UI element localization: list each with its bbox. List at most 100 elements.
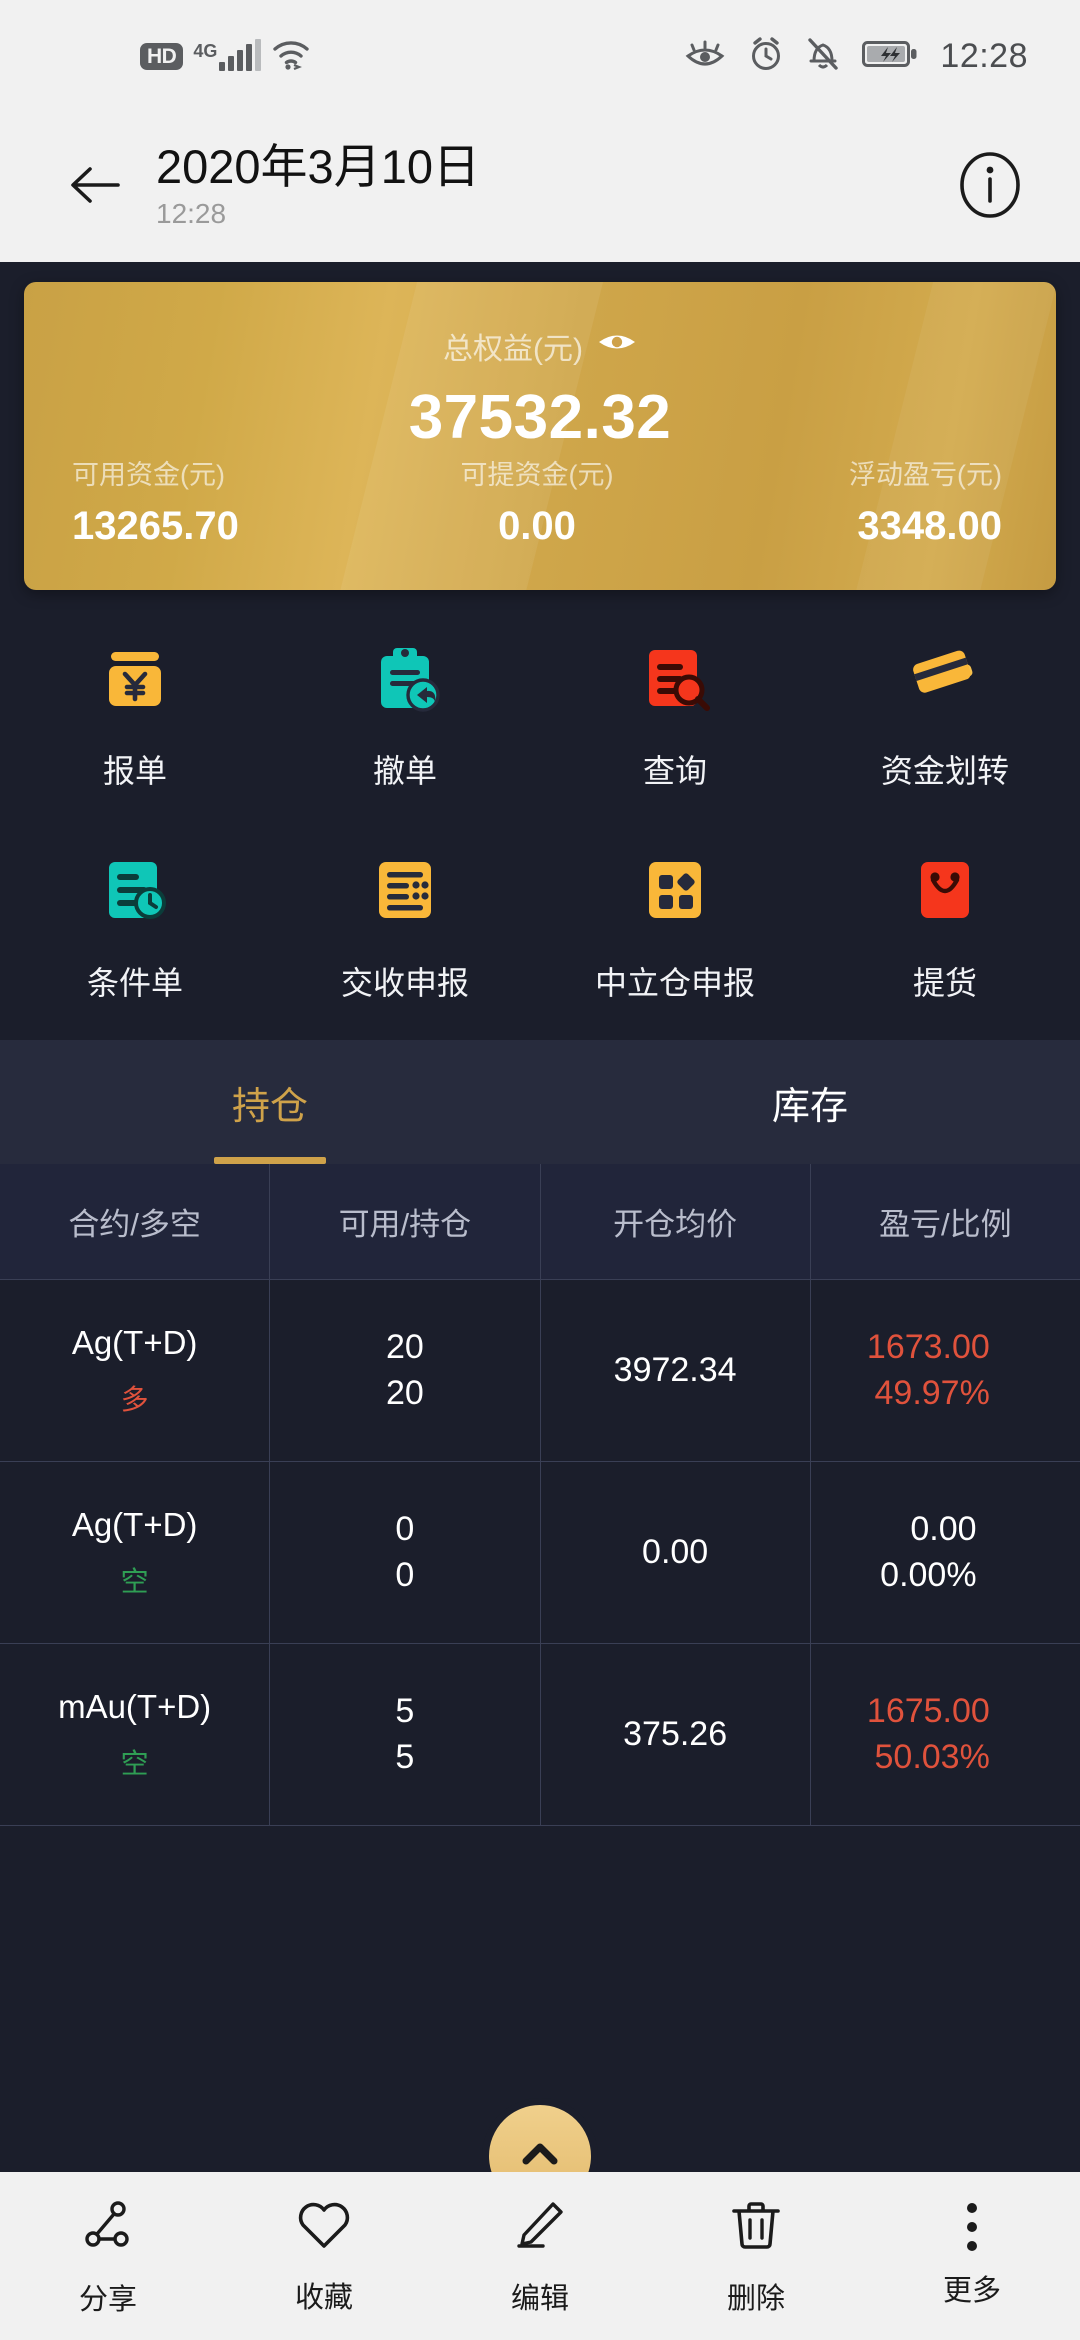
shortcut-query[interactable]: 查询 — [540, 638, 810, 792]
contract-name: mAu(T+D) — [58, 1687, 212, 1725]
toolbar-label: 更多 — [942, 2275, 1001, 2307]
avg-open-price: 375.26 — [623, 1715, 728, 1753]
stat-value: 0.00 — [498, 504, 576, 548]
toolbar-label: 编辑 — [510, 2282, 569, 2315]
avg-open-price: 3972.34 — [613, 1351, 737, 1389]
position-qty: 20 — [385, 1373, 424, 1412]
status-bar-clock: 12:28 — [940, 36, 1028, 75]
shortcut-label: 提货 — [912, 965, 977, 1001]
battery-charging-icon — [862, 39, 918, 74]
position-side: 空 — [120, 1747, 149, 1779]
pnl-ratio: 0.00% — [880, 1555, 977, 1594]
column-header-available-position: 可用/持仓 — [270, 1164, 541, 1279]
trash-icon — [728, 2196, 784, 2259]
edit-button[interactable]: 编辑 — [432, 2196, 648, 2317]
tab-active-underline — [214, 1157, 326, 1164]
mute-icon — [806, 36, 840, 77]
tab-positions[interactable]: 持仓 — [0, 1040, 540, 1164]
total-equity-label-row: 总权益(元) — [443, 324, 637, 368]
column-header-avg-open-price: 开仓均价 — [541, 1164, 811, 1279]
balance-stats-row: 可用资金(元) 13265.70 可提资金(元) 0.00 浮动盈亏(元) 33… — [24, 453, 1056, 590]
available-qty: 0 — [395, 1509, 415, 1548]
delete-button[interactable]: 删除 — [648, 2196, 864, 2317]
shortcut-cancel-order[interactable]: 撤单 — [270, 638, 540, 792]
shortcut-label: 撤单 — [372, 753, 437, 789]
favorite-button[interactable]: 收藏 — [216, 2197, 432, 2316]
stat-value: 3348.00 — [857, 504, 1002, 548]
shortcut-row-1: 报单 撤单 查询 资金划转 — [0, 638, 1080, 792]
shortcut-place-order[interactable]: 报单 — [0, 638, 270, 792]
available-qty: 20 — [385, 1327, 424, 1366]
alarm-icon — [748, 36, 784, 77]
pnl-ratio: 50.03% — [874, 1737, 990, 1776]
eye-icon[interactable] — [597, 329, 637, 363]
more-dots-icon — [967, 2203, 977, 2251]
pnl-value: 1675.00 — [866, 1691, 990, 1730]
stat-value: 13265.70 — [72, 504, 239, 548]
shortcut-row-2: 条件单 交收申报 中立仓申报 提货 — [0, 850, 1080, 1004]
share-icon — [78, 2195, 138, 2260]
shortcut-pickup[interactable]: 提货 — [810, 850, 1080, 1004]
info-icon — [954, 149, 1026, 226]
cell-pnl: 0.00 0.00% — [811, 1462, 1080, 1643]
cell-pnl: 1673.00 49.97% — [811, 1280, 1080, 1461]
column-header-contract-side: 合约/多空 — [0, 1164, 271, 1279]
stat-label: 可用资金(元) — [72, 460, 225, 490]
header-text-block: 2020年3月10日 12:28 — [156, 141, 480, 232]
table-row[interactable]: mAu(T+D) 空 5 5 375.26 1675.00 50.03% — [0, 1644, 1080, 1826]
balance-card-area: 总权益(元) 37532.32 可用资金(元) 13265.70 可提资金(元)… — [0, 262, 1080, 590]
delivery-declaration-list-icon — [365, 850, 445, 930]
pnl-ratio: 49.97% — [874, 1373, 990, 1412]
tab-label: 库存 — [771, 1085, 848, 1128]
cell-contract: Ag(T+D) 多 — [0, 1280, 271, 1461]
more-button[interactable]: 更多 — [864, 2203, 1080, 2309]
stat-label: 浮动盈亏(元) — [849, 460, 1002, 490]
shortcut-label: 中立仓申报 — [594, 965, 755, 1001]
total-equity-value: 37532.32 — [408, 383, 672, 452]
balance-card[interactable]: 总权益(元) 37532.32 可用资金(元) 13265.70 可提资金(元)… — [24, 282, 1056, 590]
cell-contract: Ag(T+D) 空 — [0, 1462, 271, 1643]
hd-badge: HD — [140, 42, 184, 70]
position-side: 多 — [120, 1383, 149, 1415]
eye-care-icon — [684, 38, 726, 75]
shortcut-delivery-declaration[interactable]: 交收申报 — [270, 850, 540, 1004]
tab-inventory[interactable]: 库存 — [540, 1040, 1080, 1164]
table-row[interactable]: Ag(T+D) 多 20 20 3972.34 1673.00 49.97% — [0, 1280, 1080, 1462]
column-header-pnl-ratio: 盈亏/比例 — [879, 1207, 1012, 1242]
shortcut-conditional-order[interactable]: 条件单 — [0, 850, 270, 1004]
status-bar: HD 4G 12:28 — [0, 0, 1080, 112]
shortcut-label: 条件单 — [86, 965, 183, 1001]
stat-available-funds: 可用资金(元) 13265.70 — [24, 453, 382, 549]
table-body: Ag(T+D) 多 20 20 3972.34 1673.00 49.97% A… — [0, 1280, 1080, 1826]
tab-label: 持仓 — [231, 1085, 308, 1128]
back-button[interactable] — [60, 151, 132, 223]
cell-available-position: 0 0 — [270, 1462, 541, 1643]
neutral-position-grid-icon — [635, 850, 715, 930]
cell-avg-price: 3972.34 — [541, 1280, 811, 1461]
stat-floating-pnl: 浮动盈亏(元) 3348.00 — [692, 453, 1056, 549]
total-equity-label: 总权益(元) — [443, 333, 583, 366]
available-qty: 5 — [395, 1691, 415, 1730]
page-subtitle-time: 12:28 — [156, 198, 227, 230]
wifi-icon — [271, 38, 311, 75]
info-button[interactable] — [952, 149, 1028, 225]
pnl-value: 0.00 — [910, 1509, 977, 1548]
contract-name: Ag(T+D) — [71, 1323, 198, 1361]
pnl-value: 1673.00 — [866, 1327, 990, 1366]
contract-name: Ag(T+D) — [71, 1505, 198, 1543]
pickup-bag-icon — [905, 850, 985, 930]
shortcut-fund-transfer[interactable]: 资金划转 — [810, 638, 1080, 792]
table-row[interactable]: Ag(T+D) 空 0 0 0.00 0.00 0.00% — [0, 1462, 1080, 1644]
toolbar-label: 收藏 — [294, 2281, 353, 2314]
position-side: 空 — [120, 1565, 149, 1597]
shortcut-neutral-position-declaration[interactable]: 中立仓申报 — [540, 850, 810, 1004]
status-bar-left: HD 4G — [140, 38, 311, 75]
chevron-up-icon — [518, 2139, 562, 2174]
table-header-row: 合约/多空 可用/持仓 开仓均价 盈亏/比例 — [0, 1164, 1080, 1280]
pencil-icon — [511, 2196, 569, 2259]
shortcut-grid: 报单 撤单 查询 资金划转 条件单 交收申报 中立仓申报 提货 — [0, 590, 1080, 1040]
cell-contract: mAu(T+D) 空 — [0, 1644, 271, 1825]
cell-available-position: 20 20 — [270, 1280, 541, 1461]
signal-icon: 4G — [193, 39, 262, 71]
share-button[interactable]: 分享 — [0, 2195, 216, 2318]
